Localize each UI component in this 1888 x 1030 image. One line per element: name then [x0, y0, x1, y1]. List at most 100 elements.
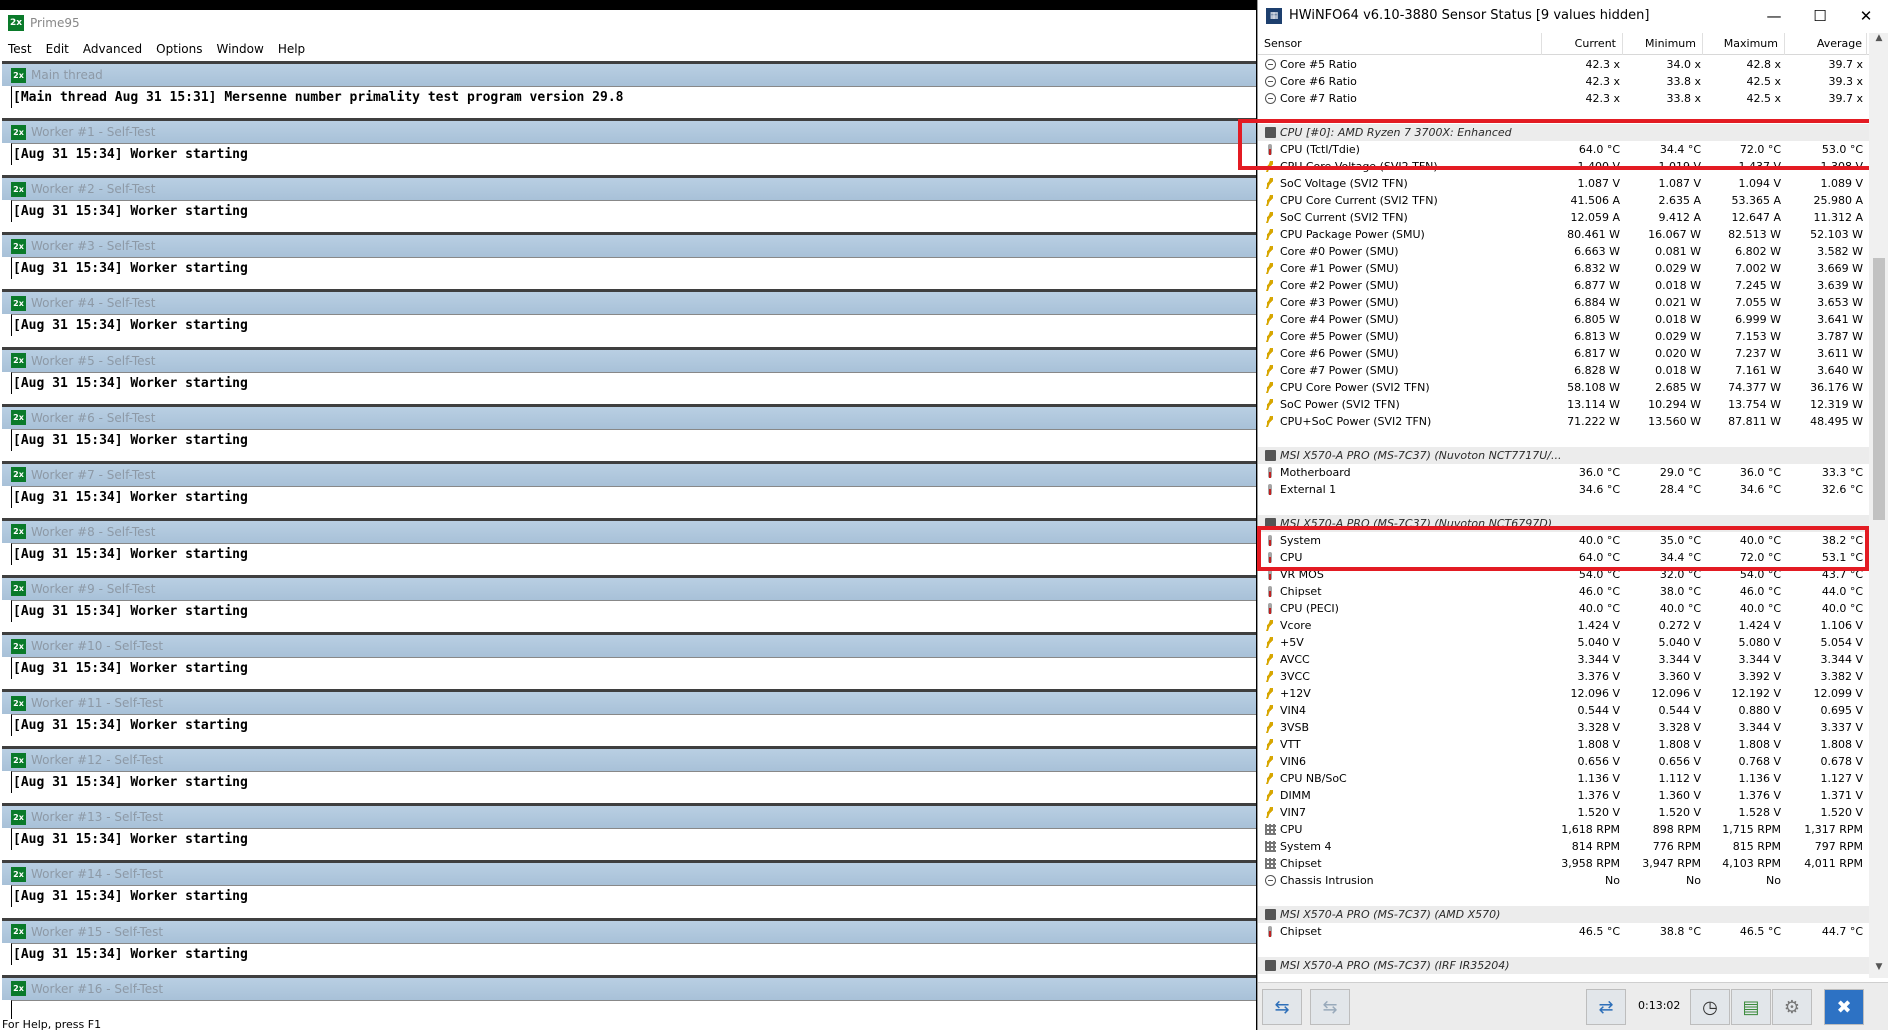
menu-test[interactable]: Test: [8, 42, 32, 56]
worker-caption[interactable]: 2x Worker #9 - Self-Test: [2, 577, 1256, 600]
sensor-row[interactable]: VIN6 0.656 V 0.656 V 0.768 V 0.678 V: [1258, 753, 1869, 770]
menu-options[interactable]: Options: [156, 42, 202, 56]
worker-window[interactable]: 2x Worker #2 - Self-Test [Aug 31 15:34] Wo…: [2, 175, 1256, 232]
swap-arrows-disabled-icon[interactable]: ⇆: [1310, 989, 1350, 1025]
sensor-group-header[interactable]: MSI X570-A PRO (MS-7C37) (AMD X570): [1258, 906, 1869, 923]
hwinfo-titlebar[interactable]: ▦ HWiNFO64 v6.10-3880 Sensor Status [9 v…: [1258, 0, 1888, 31]
prime95-titlebar[interactable]: 2x Prime95: [0, 10, 1256, 36]
sensor-row[interactable]: CPU NB/SoC 1.136 V 1.112 V 1.136 V 1.127 V: [1258, 770, 1869, 787]
sensor-row[interactable]: SoC Power (SVI2 TFN) 13.114 W 10.294 W 13.7…: [1258, 396, 1869, 413]
worker-window[interactable]: 2x Worker #1 - Self-Test [Aug 31 15:34] Wo…: [2, 118, 1256, 175]
scroll-up-icon[interactable]: ▲: [1869, 33, 1888, 49]
sensor-row[interactable]: 3VSB 3.328 V 3.328 V 3.344 V 3.337 V: [1258, 719, 1869, 736]
close-button[interactable]: ✕: [1843, 0, 1888, 31]
worker-caption[interactable]: 2x Worker #16 - Self-Test: [2, 977, 1256, 1000]
sensor-row[interactable]: Core #6 Ratio 42.3 x 33.8 x 42.5 x 39.3 x: [1258, 73, 1869, 90]
scroll-thumb[interactable]: [1873, 258, 1885, 520]
maximize-button[interactable]: ☐: [1797, 0, 1843, 31]
worker-window[interactable]: 2x Worker #3 - Self-Test [Aug 31 15:34] Wo…: [2, 232, 1256, 289]
menu-window[interactable]: Window: [216, 42, 263, 56]
sensor-row[interactable]: AVCC 3.344 V 3.344 V 3.344 V 3.344 V: [1258, 651, 1869, 668]
sensor-row[interactable]: Chipset 46.0 °C 38.0 °C 46.0 °C 44.0 °C: [1258, 583, 1869, 600]
sensor-row[interactable]: Core #5 Power (SMU) 6.813 W 0.029 W 7.153 W…: [1258, 328, 1869, 345]
worker-window[interactable]: 2x Worker #15 - Self-Test [Aug 31 15:34] W…: [2, 917, 1256, 974]
col-average[interactable]: Average: [1785, 33, 1867, 55]
worker-window[interactable]: 2x Worker #14 - Self-Test [Aug 31 15:34] W…: [2, 860, 1256, 917]
col-maximum[interactable]: Maximum: [1703, 33, 1785, 55]
sensor-row[interactable]: 3VCC 3.376 V 3.360 V 3.392 V 3.382 V: [1258, 668, 1869, 685]
sensor-row[interactable]: +12V 12.096 V 12.096 V 12.192 V 12.099 V: [1258, 685, 1869, 702]
sensor-row[interactable]: DIMM 1.376 V 1.360 V 1.376 V 1.371 V: [1258, 787, 1869, 804]
clock-icon[interactable]: ◷: [1690, 989, 1730, 1025]
worker-caption[interactable]: 2x Worker #8 - Self-Test: [2, 520, 1256, 543]
worker-caption[interactable]: 2x Worker #14 - Self-Test: [2, 863, 1256, 886]
worker-window[interactable]: 2x Worker #8 - Self-Test [Aug 31 15:34] Wo…: [2, 517, 1256, 574]
worker-caption[interactable]: 2x Worker #15 - Self-Test: [2, 920, 1256, 943]
menu-edit[interactable]: Edit: [46, 42, 69, 56]
worker-caption[interactable]: 2x Worker #4 - Self-Test: [2, 292, 1256, 315]
sensor-row[interactable]: CPU Package Power (SMU) 80.461 W 16.067 W 8…: [1258, 226, 1869, 243]
worker-caption[interactable]: 2x Worker #13 - Self-Test: [2, 806, 1256, 829]
sensor-row[interactable]: CPU Core Power (SVI2 TFN) 58.108 W 2.685 W…: [1258, 379, 1869, 396]
swap-arrows-icon[interactable]: ⇆: [1262, 989, 1302, 1025]
worker-window[interactable]: 2x Main thread [Main thread Aug 31 15:31] …: [2, 61, 1256, 117]
worker-window[interactable]: 2x Worker #12 - Self-Test [Aug 31 15:34] W…: [2, 746, 1256, 803]
sensor-group-header[interactable]: MSI X570-A PRO (MS-7C37) (Nuvoton NCT771…: [1258, 447, 1869, 464]
sensor-row[interactable]: Chipset 46.5 °C 38.8 °C 46.5 °C 44.7 °C: [1258, 923, 1869, 940]
sensor-row[interactable]: VTT 1.808 V 1.808 V 1.808 V 1.808 V: [1258, 736, 1869, 753]
sensor-scrollbar[interactable]: ▲ ▼: [1869, 33, 1888, 978]
sensor-row[interactable]: Core #7 Power (SMU) 6.828 W 0.018 W 7.161 W…: [1258, 362, 1869, 379]
network-icon[interactable]: ⇄: [1586, 989, 1626, 1025]
sensor-row[interactable]: Chassis Intrusion No No No: [1258, 872, 1869, 889]
sensor-row[interactable]: System 4 814 RPM 776 RPM 815 RPM 797 RPM: [1258, 838, 1869, 855]
sensor-row[interactable]: Core #0 Power (SMU) 6.663 W 0.081 W 6.802 W…: [1258, 243, 1869, 260]
worker-caption[interactable]: 2x Worker #7 - Self-Test: [2, 463, 1256, 486]
settings-gear-icon[interactable]: ⚙: [1772, 989, 1812, 1025]
worker-caption[interactable]: 2x Worker #2 - Self-Test: [2, 178, 1256, 201]
sensor-row[interactable]: Chipset 3,958 RPM 3,947 RPM 4,103 RPM 4,011 …: [1258, 855, 1869, 872]
col-current[interactable]: Current: [1542, 33, 1623, 55]
sensor-row[interactable]: Core #7 Ratio 42.3 x 33.8 x 42.5 x 39.7 x: [1258, 90, 1869, 107]
sensor-row[interactable]: SoC Voltage (SVI2 TFN) 1.087 V 1.087 V 1.09…: [1258, 175, 1869, 192]
worker-caption[interactable]: 2x Worker #3 - Self-Test: [2, 235, 1256, 258]
sensor-row[interactable]: CPU Core Current (SVI2 TFN) 41.506 A 2.635…: [1258, 192, 1869, 209]
sensor-row[interactable]: Core #6 Power (SMU) 6.817 W 0.020 W 7.237 W…: [1258, 345, 1869, 362]
sensor-row[interactable]: External 1 34.6 °C 28.4 °C 34.6 °C 32.6 °C: [1258, 481, 1869, 498]
scroll-down-icon[interactable]: ▼: [1869, 962, 1888, 978]
worker-caption[interactable]: 2x Worker #11 - Self-Test: [2, 692, 1256, 715]
sensor-row[interactable]: CPU+SoC Power (SVI2 TFN) 71.222 W 13.560 W…: [1258, 413, 1869, 430]
worker-window[interactable]: 2x Worker #11 - Self-Test [Aug 31 15:34] W…: [2, 689, 1256, 746]
sensor-row[interactable]: Core #5 Ratio 42.3 x 34.0 x 42.8 x 39.7 x: [1258, 56, 1869, 73]
close-sensors-icon[interactable]: ✖: [1824, 989, 1864, 1025]
worker-caption[interactable]: 2x Worker #10 - Self-Test: [2, 635, 1256, 657]
sensor-row[interactable]: Vcore 1.424 V 0.272 V 1.424 V 1.106 V: [1258, 617, 1869, 634]
worker-window[interactable]: 2x Worker #9 - Self-Test [Aug 31 15:34] Wo…: [2, 574, 1256, 631]
sensor-row[interactable]: VIN4 0.544 V 0.544 V 0.880 V 0.695 V: [1258, 702, 1869, 719]
worker-caption[interactable]: 2x Worker #5 - Self-Test: [2, 349, 1256, 372]
sensor-row[interactable]: +5V 5.040 V 5.040 V 5.080 V 5.054 V: [1258, 634, 1869, 651]
col-sensor[interactable]: Sensor: [1264, 33, 1542, 55]
menu-advanced[interactable]: Advanced: [83, 42, 142, 56]
sensor-row[interactable]: CPU (PECI) 40.0 °C 40.0 °C 40.0 °C 40.0 °C: [1258, 600, 1869, 617]
worker-caption[interactable]: 2x Main thread: [2, 64, 1256, 86]
worker-window[interactable]: 2x Worker #10 - Self-Test [Aug 31 15:34] W…: [2, 632, 1256, 688]
report-icon[interactable]: ▤: [1731, 989, 1771, 1025]
col-minimum[interactable]: Minimum: [1623, 33, 1703, 55]
worker-window[interactable]: 2x Worker #13 - Self-Test [Aug 31 15:34] W…: [2, 803, 1256, 860]
sensor-row[interactable]: Motherboard 36.0 °C 29.0 °C 36.0 °C 33.3 °C: [1258, 464, 1869, 481]
sensor-row[interactable]: SoC Current (SVI2 TFN) 12.059 A 9.412 A 12.…: [1258, 209, 1869, 226]
worker-caption[interactable]: 2x Worker #6 - Self-Test: [2, 406, 1256, 429]
sensor-row[interactable]: CPU 1,618 RPM 898 RPM 1,715 RPM 1,317 RPM: [1258, 821, 1869, 838]
worker-caption[interactable]: 2x Worker #12 - Self-Test: [2, 749, 1256, 772]
worker-window[interactable]: 2x Worker #6 - Self-Test [Aug 31 15:34] Wo…: [2, 403, 1256, 460]
worker-window[interactable]: 2x Worker #5 - Self-Test [Aug 31 15:34] Wo…: [2, 346, 1256, 403]
sensor-row[interactable]: VIN7 1.520 V 1.520 V 1.528 V 1.520 V: [1258, 804, 1869, 821]
worker-window[interactable]: 2x Worker #16 - Self-Test: [2, 974, 1256, 1019]
sensor-row[interactable]: Core #4 Power (SMU) 6.805 W 0.018 W 6.999 W…: [1258, 311, 1869, 328]
sensor-list[interactable]: Core #5 Ratio 42.3 x 34.0 x 42.8 x 39.7 x Cor…: [1258, 56, 1869, 976]
worker-window[interactable]: 2x Worker #7 - Self-Test [Aug 31 15:34] Wo…: [2, 460, 1256, 517]
worker-window[interactable]: 2x Worker #4 - Self-Test [Aug 31 15:34] Wo…: [2, 289, 1256, 346]
sensor-row[interactable]: Core #2 Power (SMU) 6.877 W 0.018 W 7.245 W…: [1258, 277, 1869, 294]
menu-help[interactable]: Help: [278, 42, 305, 56]
sensor-row[interactable]: Core #1 Power (SMU) 6.832 W 0.029 W 7.002 W…: [1258, 260, 1869, 277]
